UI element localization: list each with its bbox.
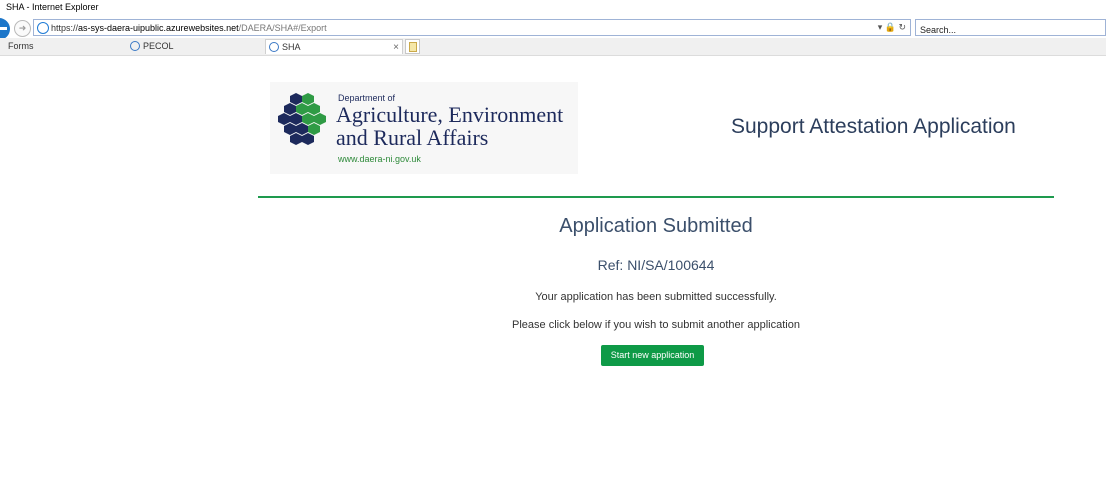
new-tab-icon <box>409 42 417 52</box>
app-title: Support Attestation Application <box>731 115 1016 138</box>
search-box[interactable] <box>915 19 1106 38</box>
window-titlebar: SHA - Internet Explorer <box>0 0 1106 16</box>
back-arrow-icon <box>0 27 7 30</box>
header-divider <box>258 196 1054 198</box>
tab-label: Forms <box>8 41 34 51</box>
back-button[interactable] <box>0 18 10 40</box>
address-url[interactable]: https://as-sys-daera-uipublic.azurewebsi… <box>51 22 327 34</box>
address-row: ➜ https://as-sys-daera-uipublic.azureweb… <box>0 16 1106 40</box>
tab-pecol[interactable]: PECOL <box>127 39 257 54</box>
window-title: SHA - Internet Explorer <box>6 2 99 12</box>
hexagon-cluster-icon <box>278 93 326 145</box>
instruction-text: Please click below if you wish to submit… <box>512 319 800 331</box>
address-bar[interactable]: https://as-sys-daera-uipublic.azurewebsi… <box>33 19 911 36</box>
search-input[interactable] <box>916 22 1104 38</box>
forward-arrow-icon: ➜ <box>18 23 27 33</box>
new-tab-button[interactable] <box>405 39 420 54</box>
close-icon[interactable]: × <box>393 40 399 55</box>
url-path: /DAERA/SHA#/Export <box>238 23 327 33</box>
success-message: Your application has been submitted succ… <box>535 291 777 303</box>
tab-strip: Forms PECOL SHA × <box>0 38 1106 56</box>
logo-line-2: and Rural Affairs <box>336 125 489 150</box>
address-actions[interactable]: ▾ 🔒 ↻ <box>878 21 906 34</box>
url-prefix: https:// <box>51 23 79 33</box>
tab-forms[interactable]: Forms <box>0 39 110 54</box>
page-icon <box>269 42 279 52</box>
tab-sha[interactable]: SHA × <box>265 39 403 54</box>
page-icon <box>130 41 140 51</box>
logo-url: www.daera-ni.gov.uk <box>338 154 421 164</box>
forward-button[interactable]: ➜ <box>14 20 31 37</box>
page-title: Application Submitted <box>559 215 753 237</box>
globe-icon <box>37 22 49 34</box>
start-new-application-button[interactable]: Start new application <box>601 345 704 366</box>
url-domain: as-sys-daera-uipublic.azurewebsites.net <box>78 23 239 33</box>
reference-number: Ref: NI/SA/100644 <box>597 257 715 273</box>
daera-logo: Department of Agriculture, Environment a… <box>270 82 578 174</box>
tab-label: PECOL <box>143 41 174 51</box>
tab-label: SHA <box>282 42 301 52</box>
logo-line-1: Agriculture, Environment <box>336 102 564 127</box>
